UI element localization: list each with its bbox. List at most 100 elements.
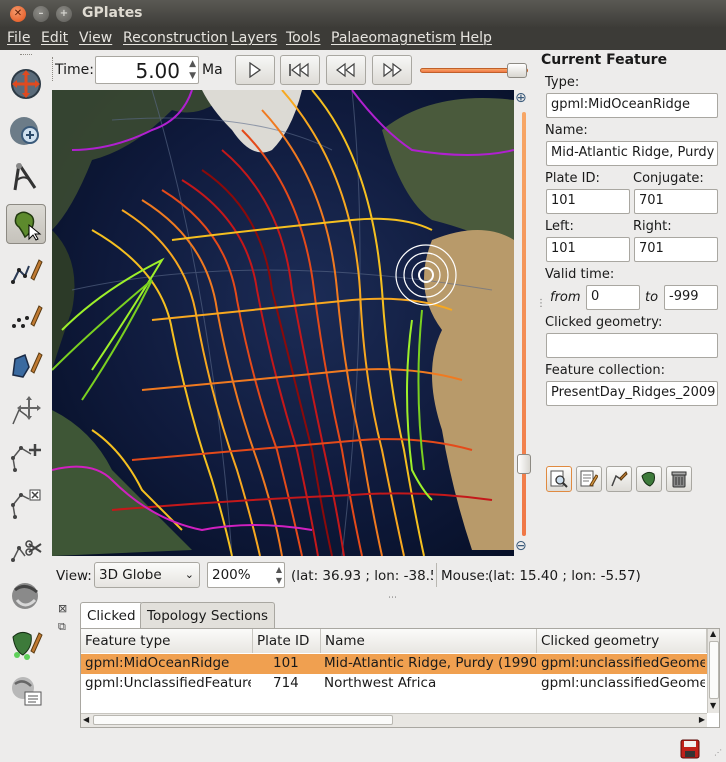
column-header-feature-type[interactable]: Feature type [81, 629, 253, 653]
projection-select[interactable]: 3D Globe ⌄ [94, 562, 200, 588]
zoom-out-icon[interactable]: ⊖ [515, 538, 527, 554]
zoom-in-icon[interactable]: ⊕ [515, 90, 527, 106]
edit-feature-button[interactable] [576, 466, 602, 492]
valid-to-field[interactable]: -999 [664, 285, 718, 310]
view-label: View: [56, 568, 92, 584]
clone-geometry-icon [611, 471, 628, 487]
zoom-slider[interactable]: ⊕ ⊖ [514, 90, 534, 556]
edit-topology-tool[interactable] [6, 671, 46, 711]
right-plate-field[interactable]: 701 [634, 237, 718, 262]
splitter-handle-icon[interactable]: ⋮ [536, 298, 546, 309]
manipulate-pole-tool[interactable] [6, 577, 46, 617]
fast-forward-icon [383, 62, 402, 78]
spin-arrows-icon[interactable]: ▲ ▼ [276, 564, 282, 586]
feature-collection-field[interactable]: PresentDay_Ridges_2009 [546, 381, 718, 406]
step-forward-button[interactable] [372, 55, 412, 85]
clicked-geometry-field[interactable] [546, 333, 718, 358]
conjugate-field[interactable]: 701 [634, 189, 718, 214]
feature-collection-label: Feature collection: [545, 363, 666, 378]
close-window-button[interactable]: ✕ [10, 6, 26, 22]
clone-feature-icon [641, 471, 655, 487]
menu-palaeomagnetism[interactable]: Palaeomagnetism [331, 30, 456, 46]
maximize-window-button[interactable]: + [56, 6, 72, 22]
delete-feature-button[interactable] [666, 466, 692, 492]
move-vertex-tool[interactable] [6, 391, 46, 431]
insert-vertex-tool[interactable] [6, 437, 46, 477]
scroll-left-icon[interactable]: ◀ [83, 715, 89, 724]
type-field[interactable]: gpml:MidOceanRidge [546, 93, 718, 118]
column-header-plate-id[interactable]: Plate ID [253, 629, 321, 653]
zoom-spinbox[interactable]: 200% ▲ ▼ [207, 562, 285, 588]
plate-id-field[interactable]: 101 [546, 189, 630, 214]
feature-type-cell: gpml:UnclassifiedFeature [85, 675, 251, 691]
globe-view[interactable] [52, 90, 514, 556]
delete-vertex-tool-icon [11, 489, 41, 519]
table-row[interactable]: gpml:UnclassifiedFeature 714 Northwest A… [81, 674, 707, 694]
digitise-multipoint-tool[interactable] [6, 297, 46, 337]
zoom-slider-handle[interactable] [517, 454, 531, 474]
horizontal-scrollbar-thumb[interactable] [93, 715, 393, 725]
left-plate-field[interactable]: 101 [546, 237, 630, 262]
clone-feature-button[interactable] [636, 466, 662, 492]
reconstruction-time-bar: Time: 5.00 ▲ ▼ Ma [52, 54, 534, 86]
manipulate-pole-tool-icon [12, 583, 38, 609]
column-header-name[interactable]: Name [321, 629, 537, 653]
scroll-up-icon[interactable]: ▲ [710, 629, 716, 638]
tab-topology-sections[interactable]: Topology Sections [140, 602, 276, 628]
table-row-selected[interactable]: gpml:MidOceanRidge 101 Mid-Atlantic Ridg… [81, 654, 707, 674]
spin-arrows-icon[interactable]: ▲ ▼ [189, 58, 196, 82]
zoom-globe-tool[interactable] [6, 111, 46, 151]
scroll-down-icon[interactable]: ▼ [710, 701, 716, 710]
minimize-window-button[interactable]: – [33, 6, 49, 22]
split-feature-tool[interactable] [6, 531, 46, 571]
vertical-scrollbar-thumb[interactable] [709, 641, 719, 699]
time-value[interactable]: 5.00 [135, 59, 180, 83]
menu-tools[interactable]: Tools [286, 30, 321, 46]
query-feature-icon [550, 470, 568, 488]
measure-distance-tool[interactable] [6, 157, 46, 197]
resize-grip-icon[interactable]: ⋰ [714, 748, 722, 757]
globe-canvas[interactable] [52, 90, 514, 556]
palette-grip[interactable] [20, 54, 32, 57]
move-vertex-tool-icon [12, 396, 41, 425]
time-slider-handle[interactable] [507, 63, 527, 78]
play-button[interactable] [235, 55, 275, 85]
float-panel-icon[interactable]: ⧉ [58, 620, 66, 634]
delete-vertex-tool[interactable] [6, 484, 46, 524]
time-unit-label: Ma [202, 62, 223, 78]
vertical-scrollbar[interactable]: ▲ ▼ [707, 629, 719, 713]
query-feature-button[interactable] [546, 466, 572, 492]
menu-reconstruction[interactable]: Reconstruction [123, 30, 228, 46]
choose-feature-tool[interactable] [6, 204, 46, 244]
time-spinbox[interactable]: 5.00 ▲ ▼ [95, 56, 199, 84]
drag-globe-tool-icon [11, 69, 41, 99]
measure-distance-tool-icon [13, 163, 37, 191]
menu-help[interactable]: Help [460, 30, 492, 46]
trash-icon [671, 471, 687, 488]
digitise-polygon-tool[interactable] [6, 344, 46, 384]
clone-geometry-button[interactable] [606, 466, 632, 492]
chevron-down-icon: ⌄ [184, 568, 194, 581]
reset-to-start-button[interactable] [280, 55, 320, 85]
menu-layers[interactable]: Layers [231, 30, 277, 46]
digitise-multipoint-tool-icon [12, 305, 43, 328]
menu-edit[interactable]: Edit [41, 30, 68, 46]
column-header-clicked-geometry[interactable]: Clicked geometry [537, 629, 707, 653]
zoom-value[interactable]: 200% [212, 567, 251, 583]
drag-globe-tool[interactable] [6, 64, 46, 104]
splitter-handle-icon[interactable]: ⋯ [388, 593, 397, 603]
build-topology-tool[interactable] [6, 624, 46, 664]
step-back-button[interactable] [326, 55, 366, 85]
clicked-geometry-cell: gpml:unclassifiedGeometry [541, 675, 705, 691]
scroll-right-icon[interactable]: ▶ [699, 715, 705, 724]
name-field[interactable]: Mid-Atlantic Ridge, Purdy [546, 141, 718, 166]
horizontal-scrollbar[interactable]: ◀ ▶ [81, 713, 707, 727]
menu-view[interactable]: View [79, 30, 112, 46]
digitise-polyline-tool[interactable] [6, 251, 46, 291]
tab-clicked[interactable]: Clicked [80, 602, 143, 628]
reset-icon [289, 62, 309, 78]
menu-file[interactable]: File [7, 30, 30, 46]
valid-from-field[interactable]: 0 [586, 285, 640, 310]
unsaved-changes-icon[interactable] [680, 739, 700, 759]
close-panel-icon[interactable]: ⊠ [58, 602, 67, 615]
